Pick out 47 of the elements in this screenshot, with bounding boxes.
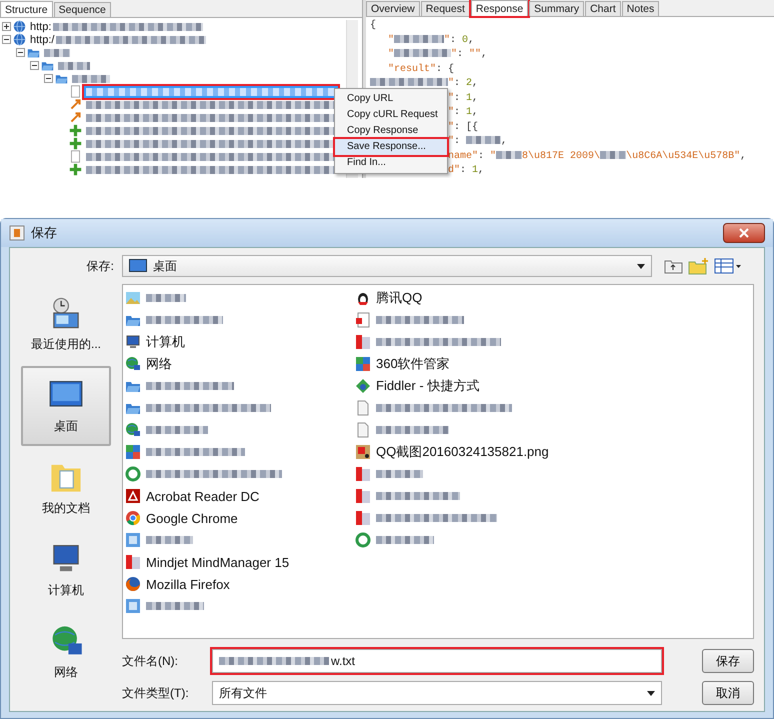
- code-text: ": [448, 136, 454, 147]
- code-text: 1: [466, 107, 472, 118]
- code-text: :: [478, 150, 486, 162]
- location-value: 桌面: [153, 258, 178, 274]
- code-text: ,: [501, 136, 508, 147]
- code-text: ,: [472, 92, 478, 104]
- code-text: :: [454, 92, 462, 104]
- code-text: ,: [740, 150, 746, 162]
- code-text: : {: [436, 64, 454, 74]
- save-in-label: 保存:: [86, 258, 115, 274]
- code-text: :: [457, 49, 464, 60]
- code-text: ,: [472, 107, 478, 118]
- code-text: ": [448, 78, 454, 89]
- code-text: d": [448, 165, 460, 176]
- code-text: {: [370, 20, 376, 31]
- code-text: 8\u817E 2009\: [522, 150, 600, 162]
- dialog-title: 保存: [31, 224, 58, 242]
- code-text: ": [444, 34, 450, 46]
- code-text: :: [454, 107, 462, 118]
- code-text: ": [448, 122, 454, 132]
- code-text: ": [387, 34, 394, 46]
- filetype-label: 文件类型(T):: [122, 684, 190, 702]
- code-text: ": [490, 150, 496, 162]
- code-text: ": [451, 49, 458, 60]
- code-text: :: [454, 136, 462, 147]
- code-text: 1: [472, 165, 478, 176]
- code-text: :: [460, 165, 468, 176]
- code-text: ,: [468, 34, 474, 46]
- code-text: ": [448, 107, 454, 118]
- code-text: ,: [481, 49, 488, 60]
- code-text: ,: [472, 78, 478, 89]
- node-label: http:/: [30, 34, 54, 46]
- code-text: 2: [466, 78, 472, 89]
- node-label: http:: [30, 20, 52, 32]
- code-text: 1: [466, 92, 472, 104]
- code-text: \u8C6A\u534E\u578B": [626, 150, 740, 162]
- code-text: ": [448, 92, 454, 104]
- code-text: ,: [478, 165, 484, 176]
- code-text: ": [387, 49, 394, 60]
- code-text: 0: [462, 34, 468, 46]
- code-text: "": [469, 49, 482, 60]
- filename-label: 文件名(N):: [122, 652, 179, 670]
- code-text: "result": [387, 64, 436, 74]
- code-text: : [{: [454, 122, 478, 132]
- code-text: :: [454, 78, 462, 89]
- code-text: name": [448, 150, 478, 162]
- code-text: :: [450, 34, 458, 46]
